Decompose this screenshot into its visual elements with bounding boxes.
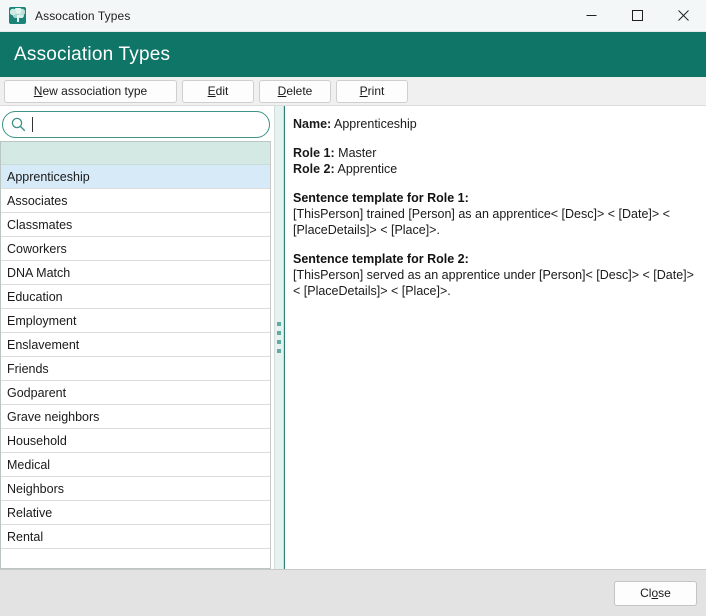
list-item[interactable]: Employment — [1, 309, 270, 333]
association-detail-pane: Name: Apprenticeship Role 1: Master Role… — [284, 106, 706, 569]
close-button[interactable]: Close — [614, 580, 697, 606]
delete-button-label: elete — [286, 84, 313, 98]
family-tree-icon — [9, 7, 26, 24]
titlebar: Assocation Types — [0, 0, 706, 32]
maximize-icon[interactable] — [614, 0, 660, 32]
print-button-label: rint — [367, 84, 385, 98]
association-types-window: Assocation Types Association Types New a… — [0, 0, 706, 616]
toolbar: New association type Edit Delete Print — [0, 77, 706, 106]
list-item[interactable]: Classmates — [1, 213, 270, 237]
list-item[interactable]: Medical — [1, 453, 270, 477]
list-item[interactable]: Godparent — [1, 381, 270, 405]
search-box[interactable] — [2, 111, 270, 138]
minimize-icon[interactable] — [568, 0, 614, 32]
page-header: Association Types — [0, 32, 706, 77]
window-title: Assocation Types — [35, 8, 131, 23]
close-label-before: Cl — [640, 586, 652, 600]
list-item[interactable]: Apprenticeship — [1, 165, 270, 189]
edit-button-mnemonic: E — [207, 84, 216, 98]
edit-button-label: dit — [215, 84, 229, 98]
detail-role2-value: Apprentice — [337, 162, 398, 176]
detail-template2-heading: Sentence template for Role 2: — [293, 252, 469, 266]
list-item[interactable]: Enslavement — [1, 333, 270, 357]
pane-splitter[interactable] — [274, 106, 284, 569]
list-item[interactable]: Neighbors — [1, 477, 270, 501]
search-container — [0, 106, 274, 141]
edit-button[interactable]: Edit — [182, 79, 254, 103]
splitter-grip[interactable] — [277, 322, 281, 353]
detail-template1-text: [ThisPerson] trained [Person] as an appr… — [293, 207, 670, 237]
search-icon — [11, 117, 26, 132]
list-item[interactable]: DNA Match — [1, 261, 270, 285]
detail-name-row: Name: Apprenticeship — [293, 116, 694, 132]
list-header-band — [1, 142, 270, 165]
detail-template1-heading: Sentence template for Role 1: — [293, 191, 469, 205]
list-item-empty — [1, 549, 270, 568]
page-title: Association Types — [14, 43, 171, 65]
list-item[interactable]: Rental — [1, 525, 270, 549]
list-item[interactable]: Friends — [1, 357, 270, 381]
search-input[interactable] — [34, 114, 259, 135]
list-item[interactable]: Associates — [1, 189, 270, 213]
close-icon[interactable] — [660, 0, 706, 32]
close-label-after: se — [658, 586, 671, 600]
detail-role1-value: Master — [338, 146, 377, 160]
list-item[interactable]: Grave neighbors — [1, 405, 270, 429]
list-item[interactable]: Relative — [1, 501, 270, 525]
list-scroll-region[interactable]: Apprenticeship Associates Classmates Cow… — [1, 165, 270, 568]
detail-template2-text: [ThisPerson] served as an apprentice und… — [293, 268, 694, 298]
print-button-mnemonic: P — [359, 84, 368, 98]
window-controls — [568, 0, 706, 32]
detail-name-value: Apprenticeship — [334, 117, 417, 131]
content-area: Apprenticeship Associates Classmates Cow… — [0, 106, 706, 569]
list-item[interactable]: Education — [1, 285, 270, 309]
association-list-pane: Apprenticeship Associates Classmates Cow… — [0, 106, 274, 569]
detail-role1-row: Role 1: Master — [293, 145, 694, 161]
footer-bar: Close — [0, 569, 706, 616]
detail-role2-row: Role 2: Apprentice — [293, 161, 694, 177]
list-item[interactable]: Household — [1, 429, 270, 453]
detail-name-label: Name: — [293, 117, 332, 131]
new-button-label: ew association type — [42, 84, 148, 98]
print-button[interactable]: Print — [336, 79, 408, 103]
association-list: Apprenticeship Associates Classmates Cow… — [0, 141, 271, 569]
list-item[interactable]: Coworkers — [1, 237, 270, 261]
new-association-type-button[interactable]: New association type — [4, 79, 177, 103]
delete-button[interactable]: Delete — [259, 79, 331, 103]
search-caret — [32, 117, 33, 132]
delete-button-mnemonic: D — [277, 84, 287, 98]
detail-role1-label: Role 1: — [293, 146, 335, 160]
detail-role2-label: Role 2: — [293, 162, 335, 176]
